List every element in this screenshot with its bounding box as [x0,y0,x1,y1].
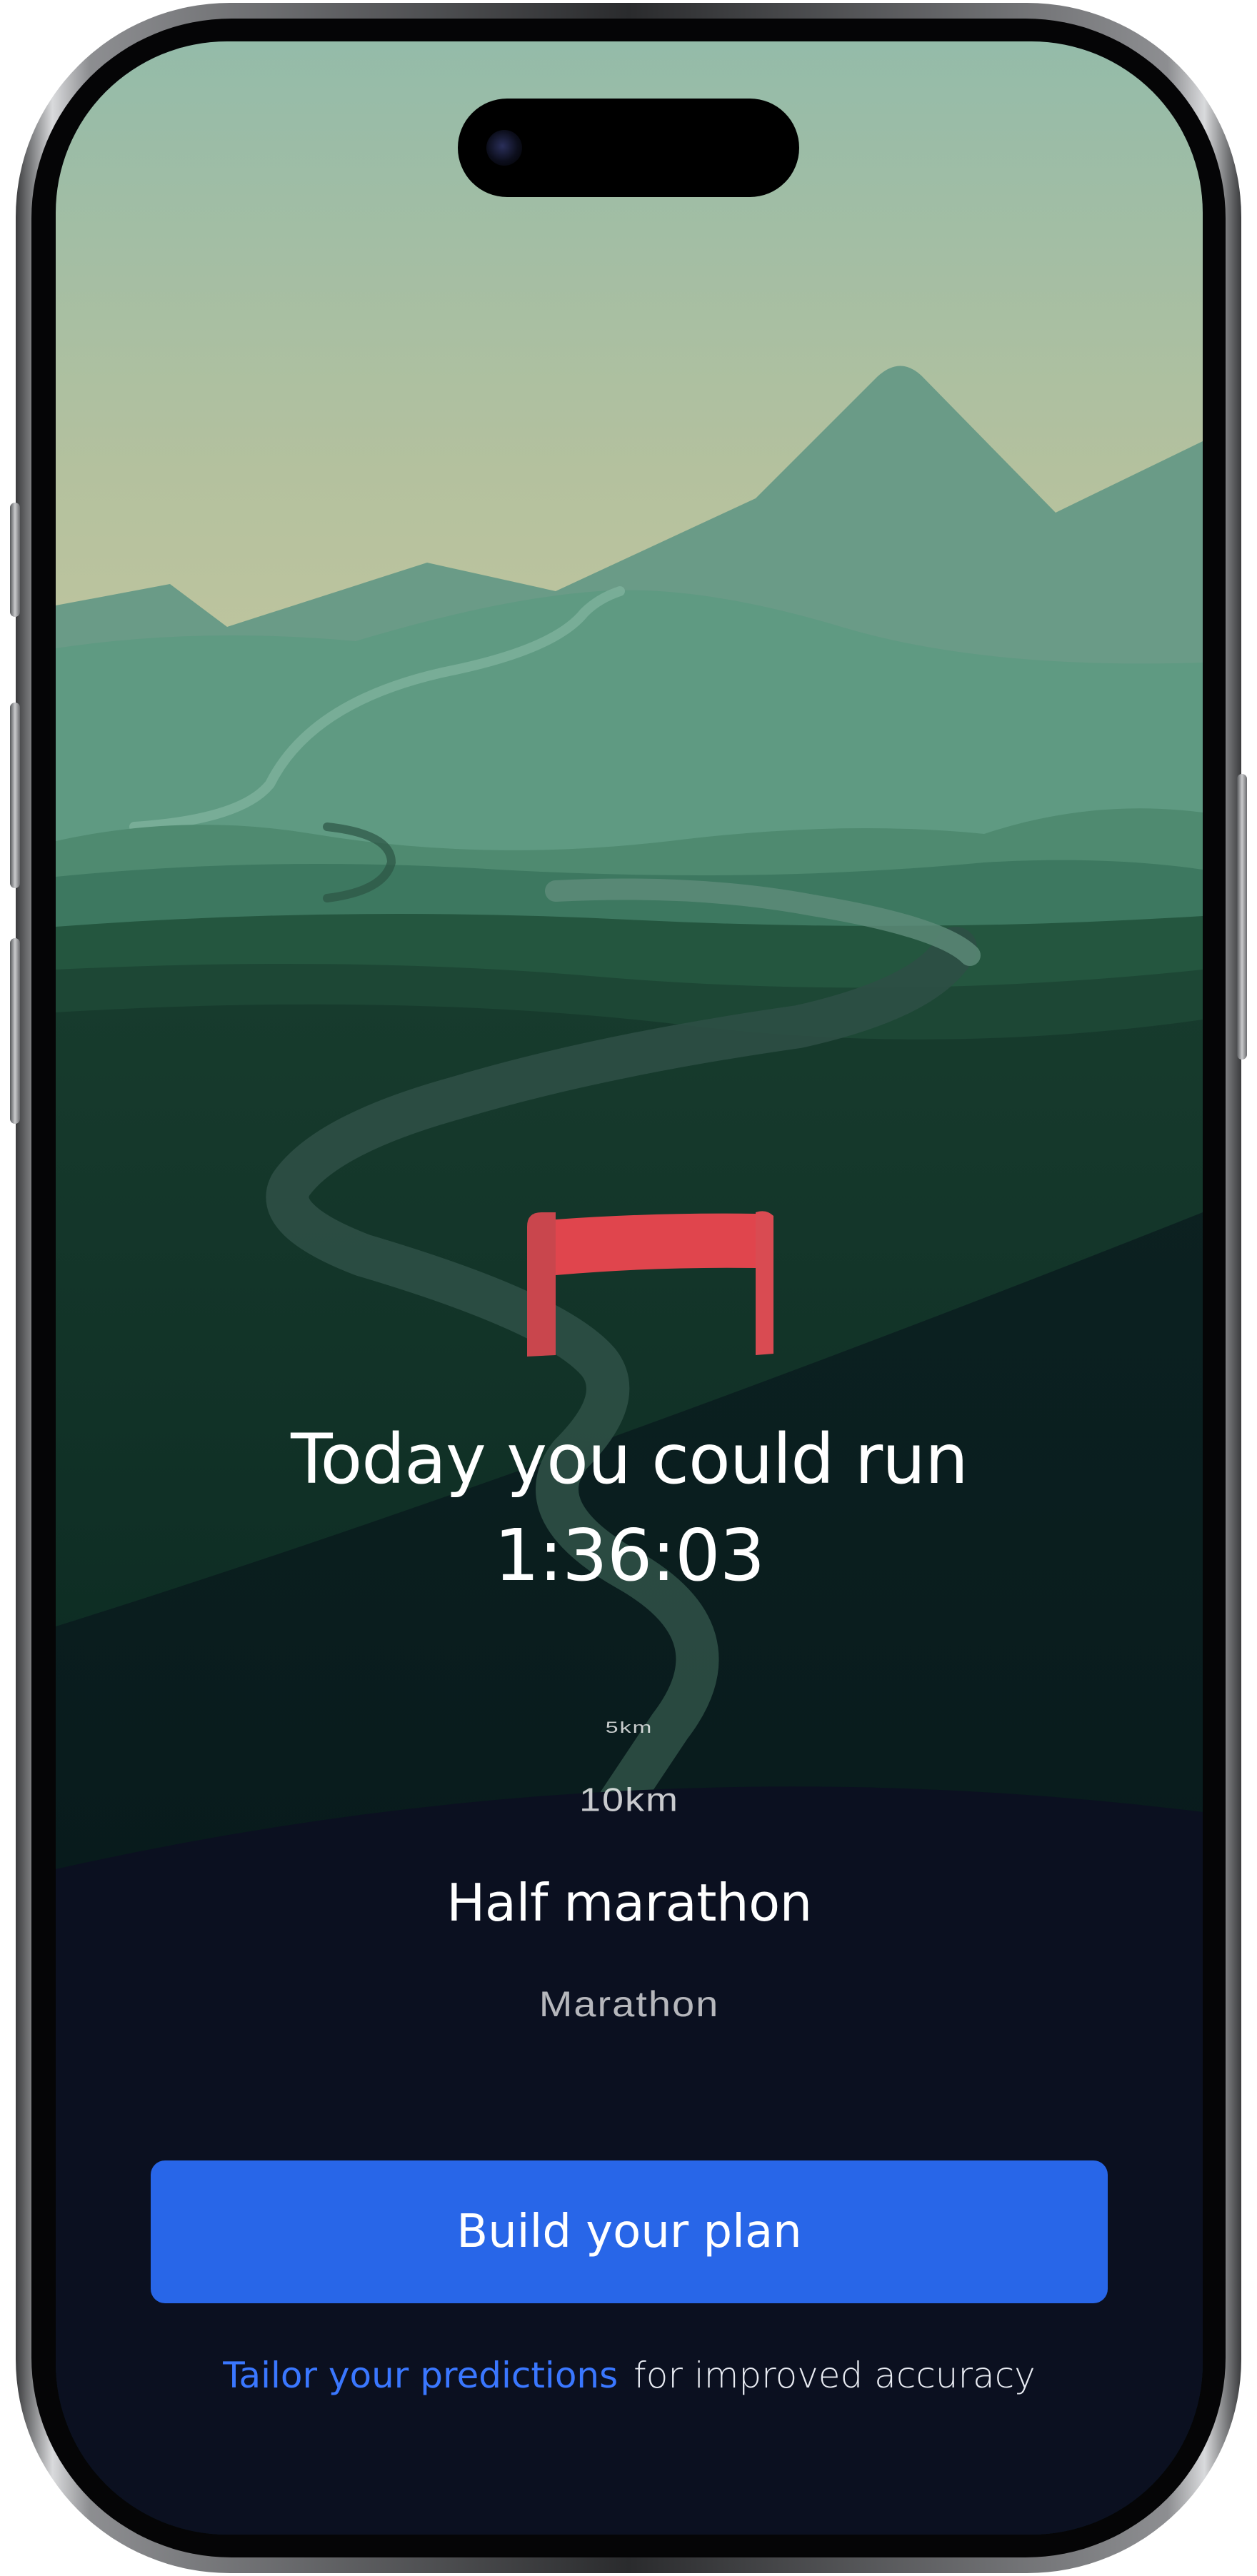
distance-option-5km[interactable]: 5km [56,1719,1203,1737]
prediction-heading: Today you could run [291,1419,968,1499]
distance-option-half-marathon[interactable]: Half marathon [56,1873,1203,1933]
footer-note-text: for improved accuracy [633,2355,1036,2396]
distance-option-marathon[interactable]: Marathon [56,1983,1203,2025]
volume-down-button [10,938,20,1124]
camera-icon [486,130,522,166]
volume-up-button [10,703,20,888]
app-screen: Today you could run 1:36:03 5km 10km Hal… [56,41,1203,2535]
footer-note: Tailor your predictions for improved accu… [56,2355,1203,2396]
build-plan-button[interactable]: Build your plan [151,2160,1108,2303]
predicted-time: 1:36:03 [494,1514,766,1597]
dynamic-island [458,99,799,197]
distance-option-10km[interactable]: 10km [56,1781,1203,1819]
tailor-predictions-link[interactable]: Tailor your predictions [223,2355,618,2396]
action-button [10,503,20,617]
power-button [1237,774,1247,1060]
